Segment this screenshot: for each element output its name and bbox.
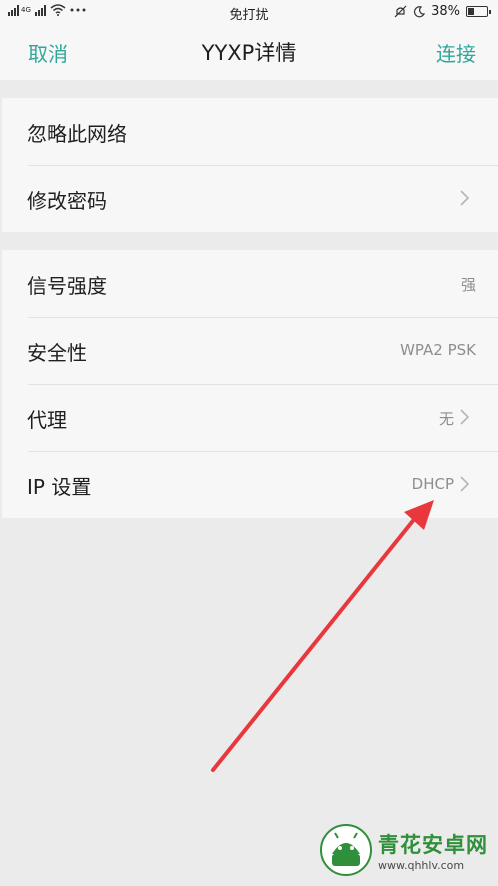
signal-strength-label: 信号强度	[27, 274, 107, 298]
android-logo-icon	[320, 824, 372, 876]
forget-network-row[interactable]: 忽略此网络	[2, 98, 498, 165]
signal-strength-row: 信号强度 强	[2, 250, 498, 317]
nav-bar: 取消 YYXP详情 连接	[0, 24, 498, 80]
connect-button[interactable]: 连接	[436, 38, 476, 67]
battery-fill	[468, 8, 474, 15]
page-title: YYXP详情	[201, 41, 297, 65]
chevron-right-icon	[460, 190, 470, 206]
chevron-right-icon	[460, 409, 470, 425]
security-value: WPA2 PSK	[400, 341, 476, 359]
proxy-label: 代理	[27, 408, 67, 432]
security-label: 安全性	[27, 341, 87, 365]
moon-icon	[414, 5, 426, 17]
proxy-row[interactable]: 代理 无	[2, 384, 498, 451]
battery-percent: 38%	[431, 4, 460, 19]
ip-settings-value: DHCP	[411, 475, 454, 493]
forget-network-label: 忽略此网络	[27, 122, 127, 146]
ip-settings-row[interactable]: IP 设置 DHCP	[2, 451, 498, 518]
ip-settings-label: IP 设置	[27, 475, 92, 499]
network-details-group: 信号强度 强 安全性 WPA2 PSK 代理 无 IP 设置 DHCP	[2, 250, 498, 518]
battery-icon	[466, 6, 491, 17]
change-password-row[interactable]: 修改密码	[2, 165, 498, 232]
network-actions-group: 忽略此网络 修改密码	[2, 98, 498, 232]
signal-strength-value: 强	[460, 276, 476, 294]
security-row: 安全性 WPA2 PSK	[2, 317, 498, 384]
watermark-title: 青花安卓网	[378, 832, 488, 857]
watermark: 青花安卓网 www.qhhlv.com	[320, 824, 488, 876]
chevron-right-icon	[460, 476, 470, 492]
mute-icon	[394, 5, 407, 18]
status-bar: 4G 免打扰 38%	[0, 0, 498, 24]
change-password-label: 修改密码	[27, 189, 107, 213]
proxy-value: 无	[438, 410, 454, 428]
status-right: 38%	[394, 4, 491, 19]
watermark-text: 青花安卓网 www.qhhlv.com	[378, 829, 488, 872]
watermark-url: www.qhhlv.com	[378, 858, 465, 872]
